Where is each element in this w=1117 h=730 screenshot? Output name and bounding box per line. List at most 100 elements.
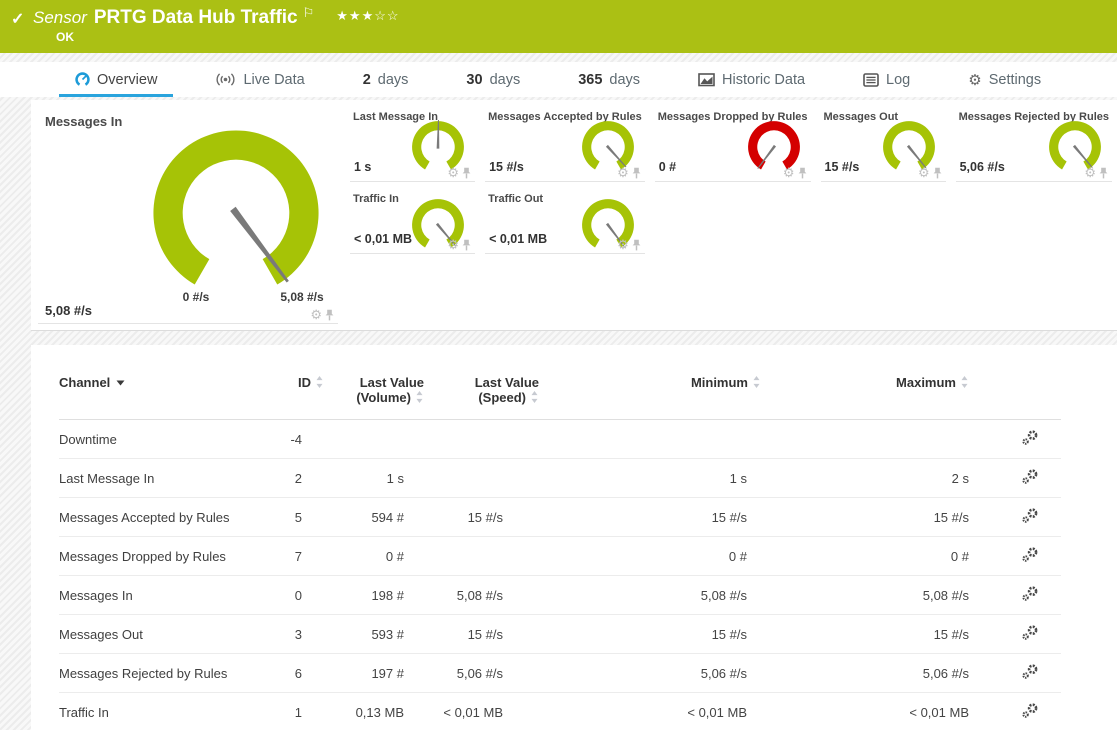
channel-settings-gears-icon[interactable]	[1021, 546, 1039, 566]
column-header-settings	[969, 375, 1061, 420]
gauge-gear-icon[interactable]: ⚙	[447, 238, 459, 251]
gauge-scale-min: 0 #/s	[166, 290, 226, 304]
minimum-cell: 1 s	[539, 459, 761, 498]
maximum-cell: 2 s	[761, 459, 969, 498]
tab-number: 30	[466, 72, 482, 88]
favorite-flag-icon[interactable]: ⚐	[303, 5, 315, 20]
gauge-pin-icon[interactable]	[632, 167, 641, 179]
gauge-gear-icon[interactable]: ⚙	[447, 166, 459, 179]
last-value-speed-cell: 5,08 #/s	[424, 576, 539, 615]
tab-label: Settings	[989, 72, 1041, 88]
table-row[interactable]: Messages In0198 #5,08 #/s5,08 #/s5,08 #/…	[59, 576, 1061, 615]
settings-gear-icon: ⚙	[968, 71, 981, 89]
mini-gauge-cell: Traffic Out < 0,01 MB ⚙	[485, 182, 645, 254]
column-header-minimum[interactable]: Minimum	[539, 375, 761, 420]
column-header-maximum[interactable]: Maximum	[761, 375, 969, 420]
channel-settings-cell	[969, 459, 1061, 498]
mini-gauge-value: 5,06 #/s	[960, 160, 1005, 174]
page-title: PRTG Data Hub Traffic	[94, 7, 298, 28]
maximum-cell: 15 #/s	[761, 498, 969, 537]
gauge-gear-icon[interactable]: ⚙	[617, 238, 629, 251]
channel-settings-gears-icon[interactable]	[1021, 702, 1039, 722]
channel-settings-gears-icon[interactable]	[1021, 663, 1039, 683]
gauge-pin-icon[interactable]	[632, 239, 641, 251]
tab-overview[interactable]: Overview	[75, 62, 157, 97]
gauge-pin-icon[interactable]	[325, 309, 334, 321]
channel-name-cell: Downtime	[59, 420, 264, 459]
channel-settings-gears-icon[interactable]	[1021, 468, 1039, 488]
gauge-gear-icon[interactable]: ⚙	[1084, 166, 1096, 179]
tab-live-data[interactable]: Live Data	[215, 62, 304, 97]
channel-name-cell: Messages Accepted by Rules	[59, 498, 264, 537]
sensor-header: ✓ SensorPRTG Data Hub Traffic⚐★★★☆☆ OK	[0, 0, 1117, 53]
gauge-pin-icon[interactable]	[462, 239, 471, 251]
gauge-gear-icon[interactable]: ⚙	[918, 166, 930, 179]
table-row[interactable]: Messages Accepted by Rules5594 #15 #/s15…	[59, 498, 1061, 537]
tab-settings[interactable]: ⚙ Settings	[968, 62, 1041, 97]
tab-log[interactable]: Log	[863, 62, 910, 97]
gauge-pin-icon[interactable]	[798, 167, 807, 179]
mini-gauge-value: 15 #/s	[825, 160, 860, 174]
tab-30-days[interactable]: 30 days	[466, 62, 520, 97]
table-row[interactable]: Downtime-4	[59, 420, 1061, 459]
channel-settings-gears-icon[interactable]	[1021, 624, 1039, 644]
last-value-volume-cell: 1 s	[324, 459, 424, 498]
gauge-gear-icon[interactable]: ⚙	[617, 166, 629, 179]
mini-gauge-cell: Last Message In 1 s ⚙	[350, 100, 475, 182]
channel-id-cell: 6	[264, 654, 324, 693]
primary-gauge-dial[interactable]	[150, 127, 322, 299]
gauge-pin-icon[interactable]	[462, 167, 471, 179]
channel-settings-cell	[969, 420, 1061, 459]
gauge-pin-icon[interactable]	[1099, 167, 1108, 179]
tab-label: Live Data	[243, 72, 304, 88]
channel-name-cell: Messages In	[59, 576, 264, 615]
last-value-speed-cell: 15 #/s	[424, 498, 539, 537]
log-list-icon	[863, 73, 879, 87]
table-row[interactable]: Traffic In10,13 MB< 0,01 MB< 0,01 MB< 0,…	[59, 693, 1061, 730]
live-signal-icon	[215, 73, 236, 86]
channel-settings-cell	[969, 498, 1061, 537]
tab-label: Overview	[97, 72, 157, 88]
column-header-id[interactable]: ID	[264, 375, 324, 420]
table-row[interactable]: Messages Dropped by Rules70 #0 #0 #	[59, 537, 1061, 576]
mini-gauge-cell: Messages Rejected by Rules 5,06 #/s ⚙	[956, 100, 1112, 182]
maximum-cell: 5,08 #/s	[761, 576, 969, 615]
gauge-gear-icon[interactable]: ⚙	[310, 308, 322, 321]
last-value-volume-cell: 197 #	[324, 654, 424, 693]
channel-id-cell: -4	[264, 420, 324, 459]
maximum-cell	[761, 420, 969, 459]
channel-id-cell: 5	[264, 498, 324, 537]
table-row[interactable]: Last Message In21 s1 s2 s	[59, 459, 1061, 498]
channel-id-cell: 7	[264, 537, 324, 576]
gauge-pin-icon[interactable]	[933, 167, 942, 179]
maximum-cell: 0 #	[761, 537, 969, 576]
channel-settings-gears-icon[interactable]	[1021, 585, 1039, 605]
column-header-last-value-speed[interactable]: Last Value (Speed)	[424, 375, 539, 420]
column-header-channel[interactable]: Channel	[59, 375, 264, 420]
minimum-cell: 15 #/s	[539, 498, 761, 537]
table-row[interactable]: Messages Out3593 #15 #/s15 #/s15 #/s	[59, 615, 1061, 654]
status-badge: OK	[56, 30, 74, 44]
tab-2-days[interactable]: 2 days	[363, 62, 409, 97]
tab-label: Log	[886, 72, 910, 88]
column-header-last-value-volume[interactable]: Last Value (Volume)	[324, 375, 424, 420]
historic-chart-icon	[698, 73, 715, 87]
priority-stars[interactable]: ★★★☆☆	[336, 8, 399, 23]
table-row[interactable]: Messages Rejected by Rules6197 #5,06 #/s…	[59, 654, 1061, 693]
channel-settings-cell	[969, 615, 1061, 654]
mini-gauge-value: 1 s	[354, 160, 371, 174]
last-value-volume-cell: 0 #	[324, 537, 424, 576]
channel-settings-gears-icon[interactable]	[1021, 429, 1039, 449]
last-value-speed-cell	[424, 459, 539, 498]
tab-365-days[interactable]: 365 days	[578, 62, 640, 97]
gauge-icon	[75, 72, 90, 87]
tab-number: 2	[363, 72, 371, 88]
mini-gauge-cell: Messages Accepted by Rules 15 #/s ⚙	[485, 100, 645, 182]
gauge-gear-icon[interactable]: ⚙	[783, 166, 795, 179]
gauges-panel: Messages In 0 #/s 5,08 #/s 5,08 #/s ⚙ La…	[31, 100, 1117, 331]
maximum-cell: 15 #/s	[761, 615, 969, 654]
sort-desc-icon	[116, 374, 125, 389]
tab-historic-data[interactable]: Historic Data	[698, 62, 805, 97]
last-value-volume-cell: 198 #	[324, 576, 424, 615]
channel-settings-gears-icon[interactable]	[1021, 507, 1039, 527]
